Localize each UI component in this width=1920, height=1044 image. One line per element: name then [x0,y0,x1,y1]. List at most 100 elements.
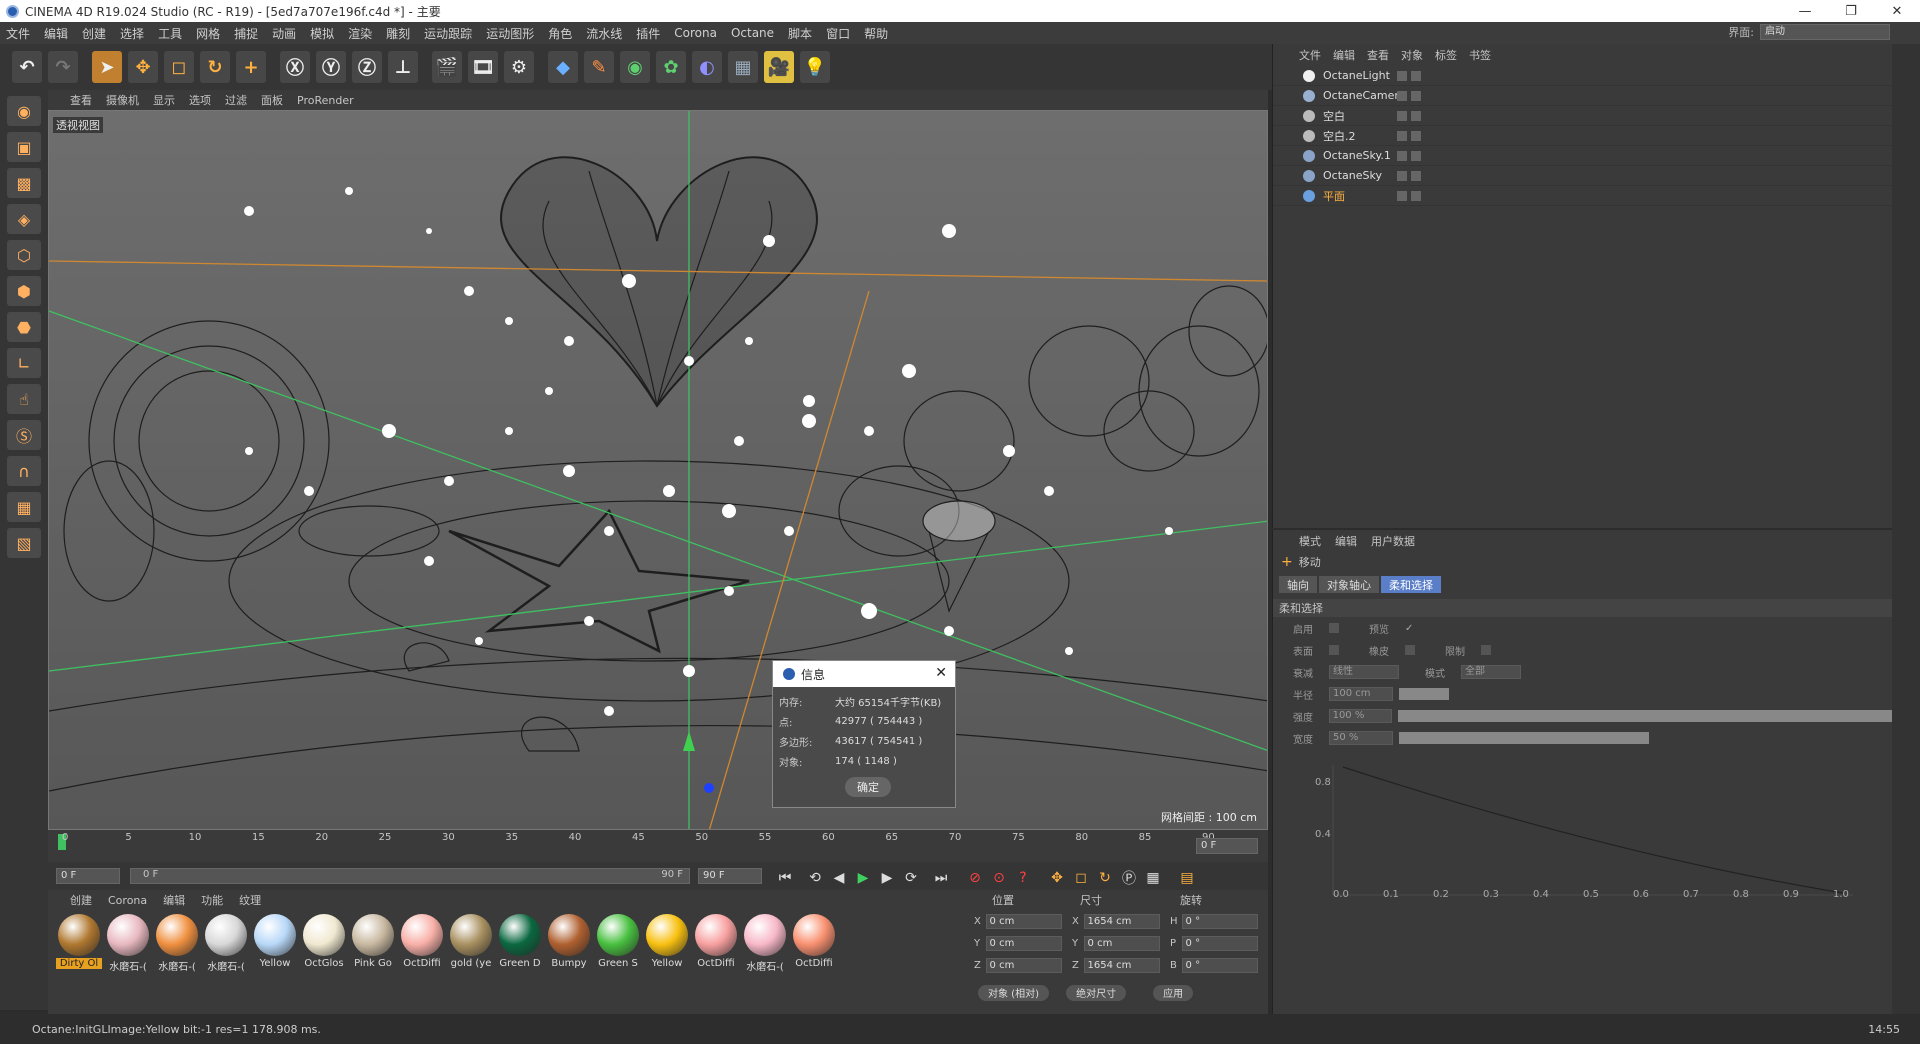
undo-icon[interactable]: ↶ [12,51,42,83]
menu-item[interactable]: 角色 [548,25,572,42]
position-field[interactable]: 0 cm [985,913,1062,929]
preview-checkbox[interactable]: ✓ [1405,623,1413,634]
menu-item[interactable]: 文件 [6,25,30,42]
radius-field[interactable]: 100 cm [1329,687,1393,701]
viewport-menu-item[interactable]: 过滤 [225,92,247,108]
keyframe-selection-icon[interactable]: ? [1012,868,1034,888]
floor-icon[interactable]: ▦ [728,51,758,83]
texture-mode-icon[interactable]: ▩ [7,168,41,198]
visibility-toggle-icon[interactable] [1397,170,1407,181]
rotate-icon[interactable]: ↻ [200,51,230,83]
viewport-menu-item[interactable]: 显示 [153,92,175,108]
visibility-toggle-icon[interactable] [1397,130,1407,141]
menu-item[interactable]: 运动图形 [486,25,534,42]
object-menu-item[interactable]: 标签 [1435,47,1457,63]
strength-field[interactable]: 100 % [1328,709,1392,723]
viewport-menu-item[interactable]: 面板 [261,92,283,108]
autokey-icon[interactable]: ⊙ [988,868,1010,888]
add-icon[interactable]: + [236,51,266,83]
visibility-toggle-icon[interactable] [1397,190,1407,201]
render-view-icon[interactable]: 🎬 [432,51,462,83]
material-menu-item[interactable]: 功能 [201,892,223,908]
redo-icon[interactable]: ↷ [48,51,78,83]
menu-item[interactable]: 帮助 [864,25,888,42]
material-item[interactable]: Dirty Ol [56,914,102,973]
material-item[interactable]: 水磨石-( [105,914,151,973]
material-item[interactable]: Green D [497,914,543,973]
menu-item[interactable]: 捕捉 [234,25,258,42]
visibility-toggle-icon[interactable] [1411,70,1421,81]
deformer-icon[interactable]: ◐ [692,51,722,83]
close-button[interactable]: ✕ [1874,0,1920,22]
menu-item[interactable]: 动画 [272,25,296,42]
menu-item[interactable]: 运动跟踪 [424,25,472,42]
scale-icon[interactable]: ◻ [164,51,194,83]
visibility-toggle-icon[interactable] [1397,150,1407,161]
restrict-checkbox[interactable] [1481,645,1491,655]
viewport-menu-item[interactable]: 查看 [70,92,92,108]
visibility-toggle-icon[interactable] [1411,90,1421,101]
menu-item[interactable]: 插件 [636,25,660,42]
menu-item[interactable]: 渲染 [348,25,372,42]
menu-item[interactable]: 选择 [120,25,144,42]
select-icon[interactable]: ➤ [92,51,122,83]
object-row[interactable]: OctaneLight [1273,66,1892,86]
falloff-graph[interactable]: 0.0 0.1 0.2 0.3 0.4 0.5 0.6 0.7 0.8 0.9 1.0 0.8 0.… [1273,755,1892,915]
go-to-start-icon[interactable]: ⏮ [774,868,796,888]
material-item[interactable]: 水磨石-( [203,914,249,973]
light-icon[interactable]: 💡 [800,51,830,83]
size-field[interactable]: 1654 cm [1083,957,1160,973]
material-item[interactable]: Green S [595,914,641,973]
enable-checkbox[interactable] [1329,623,1339,633]
tweak-icon[interactable]: ☝ [7,384,41,414]
menu-item[interactable]: 窗口 [826,25,850,42]
material-item[interactable]: OctDiffi [791,914,837,973]
material-item[interactable]: 水磨石-( [742,914,788,973]
start-frame-field[interactable]: 0 F [56,868,120,884]
object-menu-item[interactable]: 查看 [1367,47,1389,63]
menu-item[interactable]: 网格 [196,25,220,42]
attribute-tab[interactable]: 轴向 [1279,576,1317,593]
menu-item[interactable]: 雕刻 [386,25,410,42]
cloner-icon[interactable]: ✿ [656,51,686,83]
attribute-tab[interactable]: 对象轴心 [1319,576,1379,593]
end-frame-field[interactable]: 90 F [698,868,762,884]
ok-button[interactable]: 确定 [845,777,891,797]
material-item[interactable]: OctDiffi [399,914,445,973]
menu-item[interactable]: 脚本 [788,25,812,42]
y-axis-icon[interactable]: Ⓨ [316,51,346,83]
axis-mode-icon[interactable]: ∟ [7,348,41,378]
visibility-toggle-icon[interactable] [1411,150,1421,161]
menu-item[interactable]: Corona [674,26,717,40]
x-axis-icon[interactable]: Ⓧ [280,51,310,83]
timeline-ruler[interactable]: 051015202530354045505560657075808590 0 F [48,830,1268,862]
visibility-toggle-icon[interactable] [1411,130,1421,141]
material-menu-item[interactable]: 创建 [70,892,92,908]
strength-slider[interactable] [1397,710,1893,722]
workplane-icon[interactable]: ◈ [7,204,41,234]
key-position-icon[interactable]: ✥ [1046,868,1068,888]
visibility-toggle-icon[interactable] [1397,110,1407,121]
polygons-mode-icon[interactable]: ⬣ [7,312,41,342]
edges-mode-icon[interactable]: ⬢ [7,276,41,306]
viewport-menu-item[interactable]: ProRender [297,94,354,107]
position-field[interactable]: 0 cm [985,935,1062,951]
key-pla-icon[interactable]: ▦ [1142,868,1164,888]
material-item[interactable]: Bumpy [546,914,592,973]
subdivision-icon[interactable]: ◉ [620,51,650,83]
coord-mode-dropdown[interactable]: 对象 (相对) [978,984,1049,1001]
make-editable-icon[interactable]: ◉ [7,96,41,126]
menu-item[interactable]: 模拟 [310,25,334,42]
radius-slider[interactable] [1399,688,1449,700]
object-row[interactable]: OctaneCamera [1273,86,1892,106]
object-row[interactable]: 平面 [1273,186,1892,206]
material-item[interactable]: Yellow [252,914,298,973]
material-item[interactable]: OctGlos [301,914,347,973]
next-frame-icon[interactable]: ▶ [876,868,898,888]
next-key-icon[interactable]: ⟳ [900,868,922,888]
viewport-menu-item[interactable]: 选项 [189,92,211,108]
material-menu-item[interactable]: Corona [108,894,147,907]
object-row[interactable]: OctaneSky [1273,166,1892,186]
object-menu-item[interactable]: 对象 [1401,47,1423,63]
attribute-menu-item[interactable]: 编辑 [1335,533,1357,549]
